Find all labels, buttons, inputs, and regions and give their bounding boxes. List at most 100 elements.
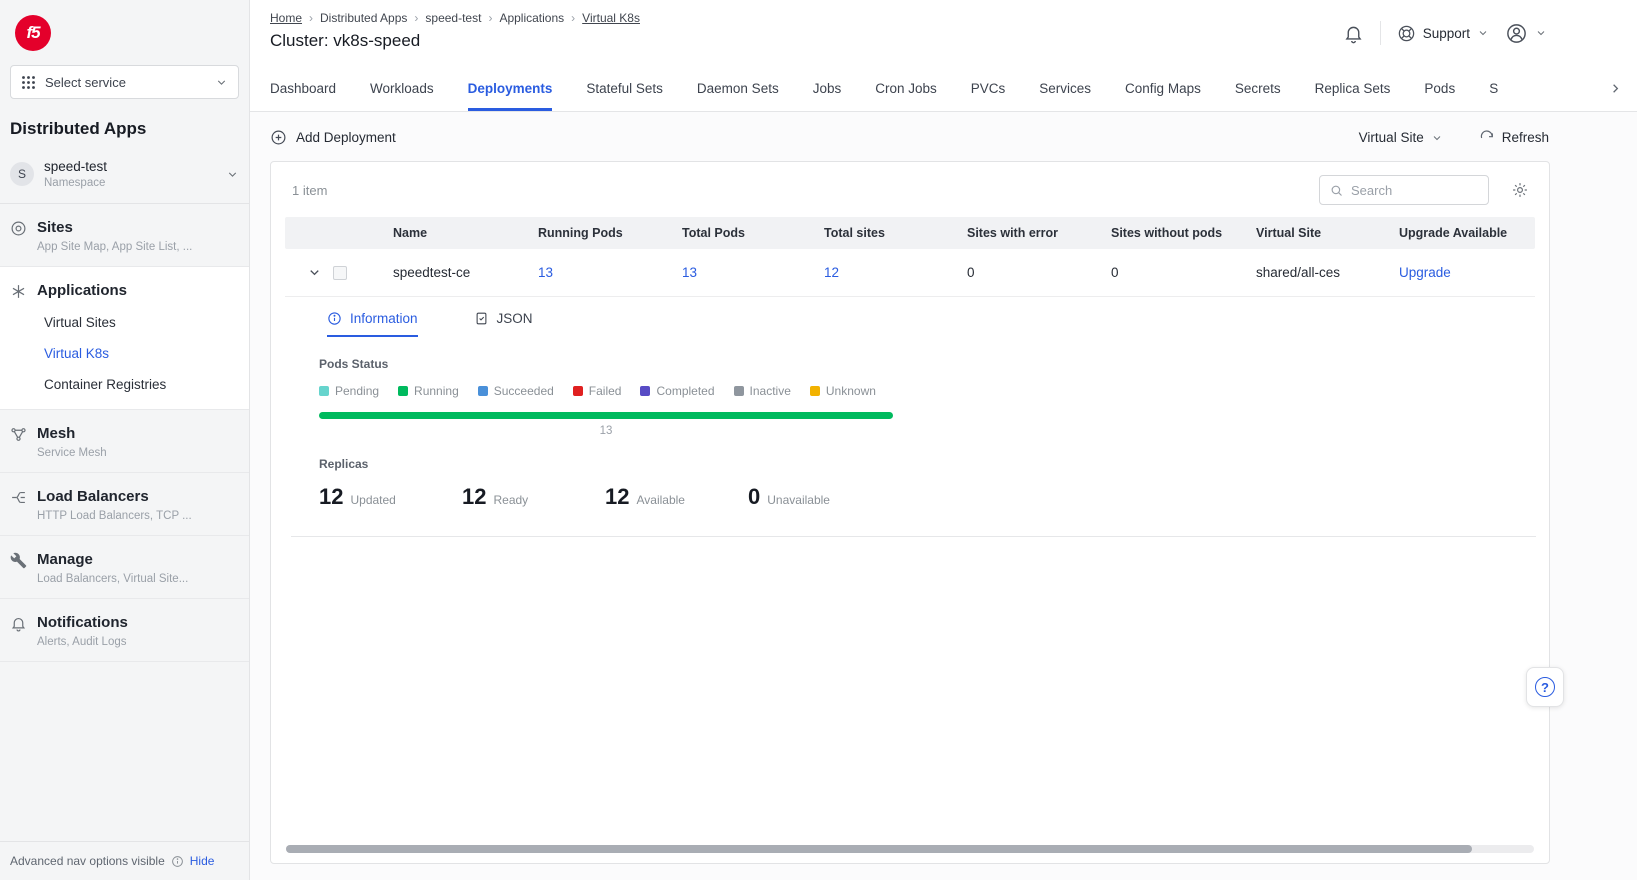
- select-service-dropdown[interactable]: Select service: [10, 65, 239, 99]
- pods-status-legend: Pending Running Succeeded Failed: [319, 384, 1529, 398]
- breadcrumb-separator-icon: ›: [309, 11, 313, 25]
- load-balancers-icon: [10, 489, 27, 506]
- sidebar-item-label: Notifications: [37, 613, 128, 632]
- sidebar-item-sites[interactable]: Sites App Site Map, App Site List, ...: [0, 204, 249, 267]
- sidebar-item-mesh[interactable]: Mesh Service Mesh: [0, 410, 249, 473]
- upgrade-link[interactable]: Upgrade: [1399, 265, 1535, 280]
- tab-dashboard[interactable]: Dashboard: [270, 66, 336, 111]
- breadcrumb: Home › Distributed Apps › speed-test › A…: [270, 11, 640, 25]
- horizontal-scrollbar[interactable]: [286, 845, 1534, 853]
- tab-deployments[interactable]: Deployments: [468, 66, 553, 111]
- sidebar-item-virtual-sites[interactable]: Virtual Sites: [44, 315, 239, 330]
- namespace-selector[interactable]: S speed-test Namespace: [0, 151, 249, 204]
- info-icon: [171, 855, 184, 868]
- sidebar-item-container-registries[interactable]: Container Registries: [44, 377, 239, 392]
- cell-name: speedtest-ce: [393, 265, 538, 280]
- sidebar-item-applications[interactable]: Applications Virtual Sites Virtual K8s C…: [0, 267, 249, 410]
- card-toolbar: 1 item: [271, 162, 1549, 217]
- legend-label: Succeeded: [494, 384, 554, 398]
- refresh-button[interactable]: Refresh: [1479, 130, 1549, 146]
- add-deployment-button[interactable]: Add Deployment: [270, 129, 396, 146]
- chevron-down-icon: [215, 76, 228, 89]
- legend-label: Completed: [656, 384, 714, 398]
- horizontal-scrollbar-thumb[interactable]: [286, 845, 1472, 853]
- stat-value: 12: [319, 484, 343, 510]
- breadcrumb-applications: Applications: [499, 11, 564, 25]
- sidebar-item-notifications[interactable]: Notifications Alerts, Audit Logs: [0, 599, 249, 662]
- search-icon: [1329, 183, 1344, 198]
- support-icon: [1397, 24, 1416, 43]
- breadcrumb-virtual-k8s[interactable]: Virtual K8s: [582, 11, 640, 25]
- table-row: speedtest-ce 13 13 12 0 0 shared/all-ces…: [285, 249, 1535, 297]
- detail-tab-json[interactable]: JSON: [474, 311, 533, 337]
- help-button[interactable]: ?: [1526, 667, 1564, 707]
- cell-total-pods-link[interactable]: 13: [682, 265, 824, 280]
- account-menu[interactable]: [1505, 22, 1547, 45]
- table-settings-gear-icon[interactable]: [1511, 181, 1529, 199]
- stat-unavailable: 0 Unavailable: [748, 484, 891, 510]
- search-input[interactable]: [1351, 183, 1479, 198]
- pods-status-bar-count: 13: [319, 425, 893, 437]
- cell-total-sites-link[interactable]: 12: [824, 265, 967, 280]
- legend-item-completed: Completed: [640, 384, 714, 398]
- sites-icon: [10, 220, 27, 237]
- stat-label: Unavailable: [767, 493, 830, 507]
- tab-daemon-sets[interactable]: Daemon Sets: [697, 66, 779, 111]
- header-actions: Support: [1343, 21, 1547, 45]
- stat-label: Updated: [350, 493, 395, 507]
- notifications-bell-icon[interactable]: [1343, 23, 1364, 44]
- chevron-down-icon: [1431, 132, 1443, 144]
- tab-workloads[interactable]: Workloads: [370, 66, 434, 111]
- sidebar-item-load-balancers[interactable]: Load Balancers HTTP Load Balancers, TCP …: [0, 473, 249, 536]
- tab-truncated[interactable]: S: [1489, 66, 1498, 111]
- sidebar-item-virtual-k8s[interactable]: Virtual K8s: [44, 346, 239, 361]
- sidebar-item-label: Mesh: [37, 424, 107, 443]
- legend-swatch: [478, 386, 488, 396]
- support-menu[interactable]: Support: [1397, 24, 1489, 43]
- virtual-site-dropdown-label: Virtual Site: [1359, 130, 1424, 145]
- tab-secrets[interactable]: Secrets: [1235, 66, 1281, 111]
- tab-pvcs[interactable]: PVCs: [971, 66, 1006, 111]
- sidebar-item-label: Applications: [37, 281, 127, 300]
- page-title: Cluster: vk8s-speed: [270, 31, 640, 51]
- tab-services[interactable]: Services: [1039, 66, 1091, 111]
- tabs-scroll-right-icon[interactable]: [1608, 81, 1623, 96]
- tab-jobs[interactable]: Jobs: [813, 66, 842, 111]
- cell-running-pods-link[interactable]: 13: [538, 265, 682, 280]
- sidebar-item-subtitle: HTTP Load Balancers, TCP ...: [37, 510, 192, 522]
- breadcrumb-distributed-apps: Distributed Apps: [320, 11, 407, 25]
- legend-label: Inactive: [750, 384, 791, 398]
- namespace-text: speed-test Namespace: [44, 159, 216, 189]
- legend-item-unknown: Unknown: [810, 384, 876, 398]
- col-total-sites: Total sites: [824, 226, 967, 240]
- virtual-site-dropdown[interactable]: Virtual Site: [1359, 130, 1443, 145]
- hide-advanced-nav-link[interactable]: Hide: [190, 854, 215, 868]
- row-expand-chevron-icon[interactable]: [307, 265, 322, 280]
- breadcrumb-home[interactable]: Home: [270, 11, 302, 25]
- row-checkbox[interactable]: [333, 266, 347, 280]
- tab-config-maps[interactable]: Config Maps: [1125, 66, 1201, 111]
- action-bar-right: Virtual Site Refresh: [1359, 130, 1549, 146]
- tab-stateful-sets[interactable]: Stateful Sets: [586, 66, 663, 111]
- sidebar-title: Distributed Apps: [0, 111, 249, 151]
- col-running-pods: Running Pods: [538, 226, 682, 240]
- sidebar-item-label: Manage: [37, 550, 188, 569]
- cluster-tabbar: Dashboard Workloads Deployments Stateful…: [250, 66, 1637, 112]
- grid-icon: [21, 75, 36, 90]
- tab-pods[interactable]: Pods: [1424, 66, 1455, 111]
- detail-tab-information[interactable]: Information: [327, 311, 418, 337]
- chevron-down-icon: [1477, 27, 1489, 39]
- tab-cron-jobs[interactable]: Cron Jobs: [875, 66, 937, 111]
- detail-tab-label: Information: [350, 311, 418, 326]
- f5-logo[interactable]: f5: [15, 15, 51, 51]
- select-service-label: Select service: [45, 75, 126, 90]
- json-document-icon: [474, 311, 489, 326]
- legend-swatch: [319, 386, 329, 396]
- detail-tabs: Information JSON: [327, 311, 1529, 337]
- legend-item-inactive: Inactive: [734, 384, 791, 398]
- app-root: f5 Select service Distributed Apps S spe…: [0, 0, 1637, 880]
- legend-label: Running: [414, 384, 459, 398]
- sidebar-item-manage[interactable]: Manage Load Balancers, Virtual Site...: [0, 536, 249, 599]
- tab-replica-sets[interactable]: Replica Sets: [1315, 66, 1391, 111]
- sidebar-footer: Advanced nav options visible Hide: [0, 841, 249, 880]
